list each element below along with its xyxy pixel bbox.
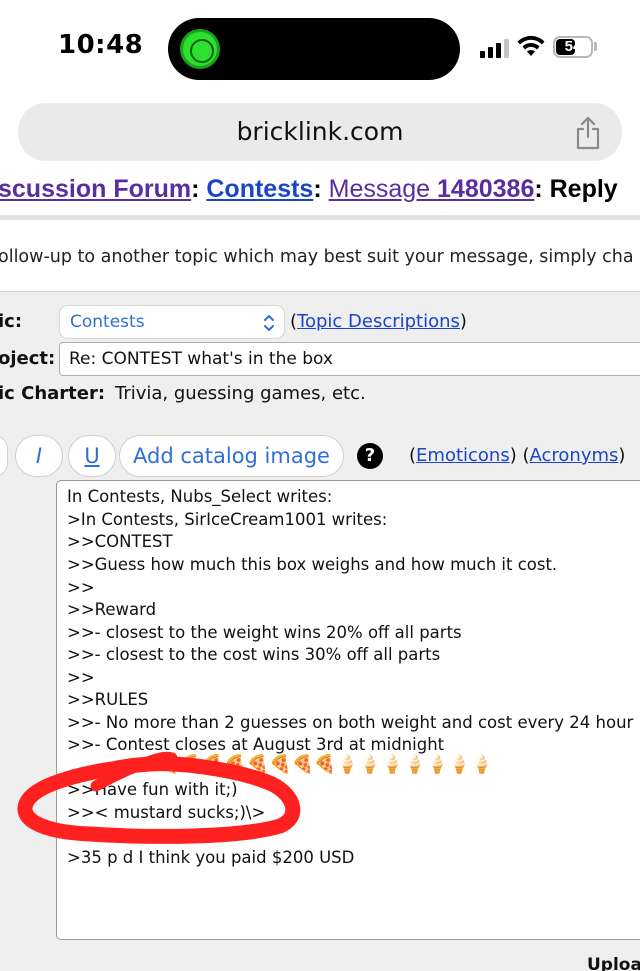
topic-descriptions-link[interactable]: Topic Descriptions <box>297 311 460 332</box>
header-divider <box>0 215 640 220</box>
subject-value: Re: CONTEST what's in the box <box>69 349 333 369</box>
emoticons-acronyms-links: (Emoticons) (Acronyms) <box>409 445 625 466</box>
battery-cap <box>594 42 597 51</box>
message-line: >>RULES <box>67 690 149 709</box>
topic-descriptions: (Topic Descriptions) <box>290 311 467 332</box>
upload-label[interactable]: Uploa <box>587 955 640 971</box>
subject-label: oject: <box>0 348 56 369</box>
message-line: >>- No more than 2 guesses on both weigh… <box>67 713 634 732</box>
breadcrumb-reply-label: : Reply <box>534 175 618 203</box>
message-line: >>- Contest closes at August 3rd at midn… <box>67 735 445 754</box>
paren-close: ) <box>459 311 467 332</box>
acronyms-link[interactable]: Acronyms <box>530 445 619 466</box>
intro-text: ollow-up to another topic which may best… <box>0 247 634 267</box>
message-line: >>- closest to the cost wins 30% off all… <box>67 645 441 664</box>
page-content: scussion Forum: Contests: Message 148038… <box>0 165 640 971</box>
message-line: >>- closest to the weight wins 20% off a… <box>67 623 462 642</box>
share-icon[interactable] <box>573 116 603 150</box>
emoticons-link[interactable]: Emoticons <box>416 445 510 466</box>
breadcrumb-forum-link[interactable]: scussion Forum <box>0 175 191 203</box>
message-line: In Contests, Nubs_Select writes: <box>67 487 333 506</box>
address-text[interactable]: bricklink.com <box>18 117 622 146</box>
message-line: >>Guess how much this box weighs and how… <box>67 555 558 574</box>
status-bar: 10:48 54 <box>0 0 640 96</box>
breadcrumb-message-label: Message <box>328 175 431 203</box>
breadcrumb-message-link[interactable]: Message 1480386 <box>329 175 535 203</box>
message-textarea[interactable]: In Contests, Nubs_Select writes: >In Con… <box>56 480 640 940</box>
chevron-up-down-icon <box>264 315 274 331</box>
topic-select-value: Contests <box>70 312 145 332</box>
topic-select[interactable]: Contests <box>59 305 285 339</box>
help-icon[interactable]: ? <box>357 443 383 469</box>
breadcrumb-separator: : <box>191 175 200 203</box>
message-line: >>CONTEST <box>67 532 173 551</box>
wifi-icon <box>517 35 545 56</box>
breadcrumb: scussion Forum: Contests: Message 148038… <box>0 175 618 204</box>
message-line: >> <box>67 578 95 597</box>
status-time: 10:48 <box>58 30 144 60</box>
message-line: >35 p d I think you paid $200 USD <box>67 848 355 867</box>
breadcrumb-separator: : <box>313 175 322 203</box>
paren-open: ( <box>290 311 298 332</box>
underline-button[interactable]: U <box>68 435 116 477</box>
italic-button[interactable]: I <box>15 435 63 477</box>
message-line: >> <box>67 668 95 687</box>
add-catalog-image-button[interactable]: Add catalog image <box>119 435 344 477</box>
message-line: >>Reward <box>67 600 157 619</box>
message-line: >>Have fun with it;) <box>67 780 238 799</box>
topic-charter-label: ic Charter: <box>0 383 106 404</box>
activity-indicator-icon <box>180 29 220 69</box>
battery-icon: 54 <box>553 36 593 58</box>
message-line: >In Contests, SirIceCream1001 writes: <box>67 510 388 529</box>
paren-close: ) <box>618 445 626 466</box>
emoji-row: 🍕🍕🍕🍕🍕🍕🍕🍕🍦🍦🍦🍦🍦🍦🍦 <box>157 754 494 774</box>
address-bar[interactable]: bricklink.com <box>18 103 622 161</box>
cellular-signal-icon <box>480 38 510 58</box>
bold-button[interactable] <box>0 435 8 477</box>
link-separator: ) ( <box>509 445 530 466</box>
paren-open: ( <box>409 445 417 466</box>
message-line: >>< mustard sucks;)\> <box>67 803 266 822</box>
subject-field[interactable]: Re: CONTEST what's in the box <box>59 342 640 376</box>
breadcrumb-message-id: 1480386 <box>437 175 535 203</box>
dynamic-island <box>168 18 460 80</box>
breadcrumb-contests-link[interactable]: Contests <box>206 175 313 203</box>
form-divider <box>0 291 640 292</box>
topic-charter-value: Trivia, guessing games, etc. <box>115 383 366 404</box>
topic-label: ic: <box>0 311 23 332</box>
battery-level: 54 <box>564 38 582 55</box>
